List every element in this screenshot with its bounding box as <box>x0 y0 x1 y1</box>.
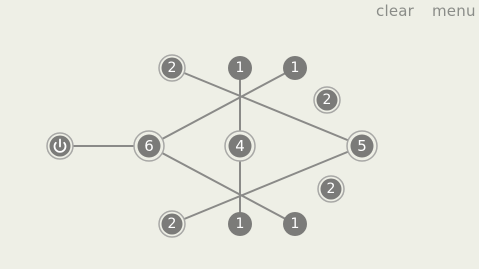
node-bottom-mid[interactable]: 1 <box>228 212 252 236</box>
node-bottom-mid-label: 1 <box>236 216 245 232</box>
puzzle-graph: 2 1 1 2 6 4 5 2 2 1 1 <box>46 54 378 238</box>
game-board-area: clear menu 2 1 1 2 6 4 5 2 2 1 1 <box>0 0 479 269</box>
node-top-mid-label: 1 <box>236 60 245 76</box>
node-right-lower-label: 2 <box>327 181 336 197</box>
node-center[interactable]: 4 <box>224 130 256 162</box>
node-top-right-label: 1 <box>291 60 300 76</box>
node-right-upper-label: 2 <box>323 92 332 108</box>
node-bottom-right-label: 1 <box>291 216 300 232</box>
node-bottom-left[interactable]: 2 <box>158 210 186 238</box>
node-bottom-right[interactable]: 1 <box>283 212 307 236</box>
node-top-left[interactable]: 2 <box>158 54 186 82</box>
node-start[interactable] <box>46 132 74 160</box>
node-top-left-label: 2 <box>168 60 177 76</box>
node-bottom-left-label: 2 <box>168 216 177 232</box>
node-right-lower[interactable]: 2 <box>317 175 345 203</box>
node-center-label: 4 <box>235 137 245 155</box>
node-right-upper[interactable]: 2 <box>313 86 341 114</box>
node-left-label: 6 <box>144 137 154 155</box>
node-right[interactable]: 5 <box>346 130 378 162</box>
node-top-mid[interactable]: 1 <box>228 56 252 80</box>
node-top-right[interactable]: 1 <box>283 56 307 80</box>
node-right-label: 5 <box>357 137 367 155</box>
node-left[interactable]: 6 <box>133 130 165 162</box>
